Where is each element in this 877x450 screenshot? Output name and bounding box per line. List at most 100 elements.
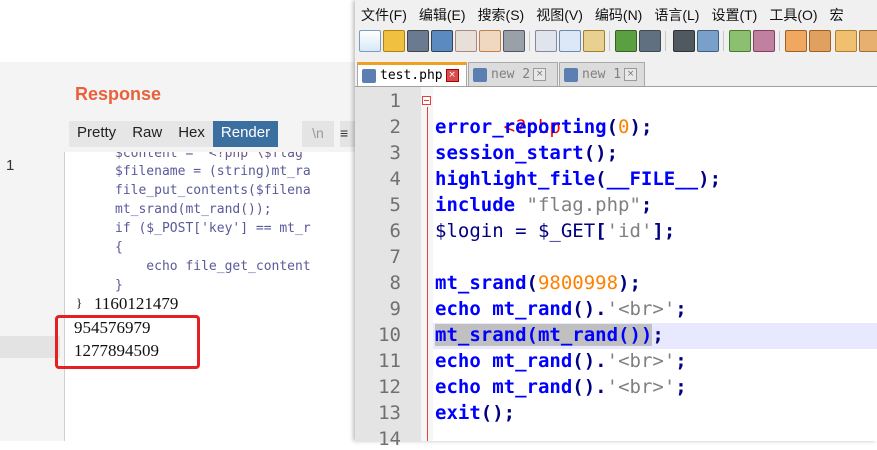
closing-brace: }	[76, 295, 86, 310]
toolbar-separator	[665, 31, 666, 51]
open-file-icon[interactable]	[383, 30, 405, 52]
response-code-line: $content = '<?php \$flag	[115, 152, 303, 161]
code-variable: $_GET	[537, 220, 596, 242]
menu-tools[interactable]: 工具(O)	[763, 0, 823, 26]
selected-row-band	[0, 336, 60, 358]
redo-icon[interactable]	[639, 30, 661, 52]
paste-icon[interactable]	[583, 30, 605, 52]
menu-language[interactable]: 语言(L)	[648, 0, 705, 26]
sync-scroll-icon[interactable]	[785, 30, 807, 52]
code-function: mt_rand	[492, 376, 573, 398]
options-menu-icon[interactable]: ≡	[340, 121, 356, 147]
code-line: echo mt_rand().'<br>';	[435, 296, 687, 322]
line-number: 11	[378, 350, 401, 372]
menu-file[interactable]: 文件(F)	[355, 0, 413, 26]
code-number: 0	[618, 116, 630, 138]
code-number: 9800998	[537, 272, 619, 294]
menu-search[interactable]: 搜索(S)	[472, 0, 531, 26]
word-wrap-icon[interactable]	[809, 30, 831, 52]
undo-icon[interactable]	[615, 30, 637, 52]
line-number: 13	[378, 402, 401, 424]
code-line: <?php	[435, 88, 561, 138]
line-number: 9	[389, 298, 401, 320]
menu-settings[interactable]: 设置(T)	[705, 0, 763, 26]
tab-label: new 1	[582, 67, 622, 82]
tab-label: test.php	[380, 68, 443, 83]
toolbar	[355, 26, 877, 56]
menu-encoding[interactable]: 编码(N)	[589, 0, 648, 26]
response-code-line: echo file_get_content	[115, 259, 311, 274]
code-operator: ();	[583, 142, 619, 164]
code-operator: [	[595, 220, 607, 242]
code-line: highlight_file(__FILE__);	[435, 166, 721, 192]
cut-icon[interactable]	[535, 30, 557, 52]
tab-new-2[interactable]: new 2 ×	[468, 62, 558, 86]
code-function: mt_srand	[435, 272, 527, 294]
line-number: 2	[389, 116, 401, 138]
code-function: error_reporting	[435, 116, 607, 138]
fold-toggle-icon[interactable]	[422, 96, 431, 105]
code-function: highlight_file	[435, 168, 596, 190]
code-editor[interactable]: 1 2 3 4 5 6 7 8 9 10 11 12 13 14 <?php e…	[355, 87, 877, 450]
zoom-out-icon[interactable]	[753, 30, 775, 52]
show-newlines-button[interactable]: \n	[302, 121, 334, 147]
print-icon[interactable]	[503, 30, 525, 52]
indent-guide-icon[interactable]	[859, 30, 877, 52]
file-tab-bar: test.php × new 2 × new 1 ×	[355, 60, 877, 87]
new-file-icon[interactable]	[359, 30, 381, 52]
line-number: 7	[389, 246, 401, 268]
code-line: exit();	[435, 400, 515, 426]
code-keyword: echo	[435, 376, 481, 398]
code-keyword: echo	[435, 298, 481, 320]
code-operator: ;	[640, 194, 653, 216]
code-operator: (	[526, 272, 538, 294]
close-tab-icon[interactable]: ×	[533, 68, 547, 81]
highlight-annotation-box	[55, 315, 200, 369]
code-string: '<br>'	[606, 298, 676, 320]
zoom-in-icon[interactable]	[729, 30, 751, 52]
menu-macro[interactable]: 宏	[824, 0, 850, 26]
code-function: mt_rand	[492, 298, 573, 320]
response-code-line: }	[115, 278, 123, 293]
line-number: 6	[389, 220, 401, 242]
line-number: 10	[378, 324, 401, 346]
show-all-chars-icon[interactable]	[835, 30, 857, 52]
line-number: 3	[389, 142, 401, 164]
save-icon[interactable]	[407, 30, 429, 52]
tab-test-php[interactable]: test.php ×	[357, 62, 467, 86]
response-code-line: {	[115, 240, 123, 255]
find-icon[interactable]	[673, 30, 695, 52]
response-title: Response	[75, 84, 162, 104]
response-code-line: if ($_POST['key'] == mt_r	[115, 221, 311, 236]
tab-label: new 2	[491, 67, 531, 82]
tab-hex[interactable]: Hex	[170, 121, 213, 147]
tab-new-1[interactable]: new 1 ×	[559, 62, 645, 86]
tab-raw[interactable]: Raw	[124, 121, 170, 147]
line-number: 8	[389, 272, 401, 294]
menu-edit[interactable]: 编辑(E)	[413, 0, 472, 26]
line-number: 5	[389, 194, 401, 216]
response-code-line: file_put_contents($filena	[115, 183, 311, 198]
line-number-gutter: 1 2 3 4 5 6 7 8 9 10 11 12 13 14	[355, 87, 421, 450]
close-tab-icon[interactable]: ×	[624, 68, 638, 81]
code-function: mt_rand	[492, 350, 573, 372]
menu-view[interactable]: 视图(V)	[530, 0, 589, 26]
code-operator: ;	[675, 350, 687, 372]
code-constant: __FILE__	[606, 168, 699, 190]
code-keyword: echo	[435, 350, 481, 372]
replace-icon[interactable]	[697, 30, 719, 52]
close-file-icon[interactable]	[455, 30, 477, 52]
copy-icon[interactable]	[559, 30, 581, 52]
tab-pretty[interactable]: Pretty	[69, 121, 124, 147]
close-all-icon[interactable]	[479, 30, 501, 52]
code-function: session_start	[435, 142, 584, 164]
code-line: $login = $_GET['id'];	[435, 218, 675, 244]
close-tab-icon[interactable]: ×	[445, 69, 459, 82]
code-string: '<br>'	[606, 350, 676, 372]
saved-file-icon	[564, 67, 578, 82]
save-all-icon[interactable]	[431, 30, 453, 52]
tab-render[interactable]: Render	[212, 121, 279, 147]
code-operator: ];	[652, 220, 676, 242]
